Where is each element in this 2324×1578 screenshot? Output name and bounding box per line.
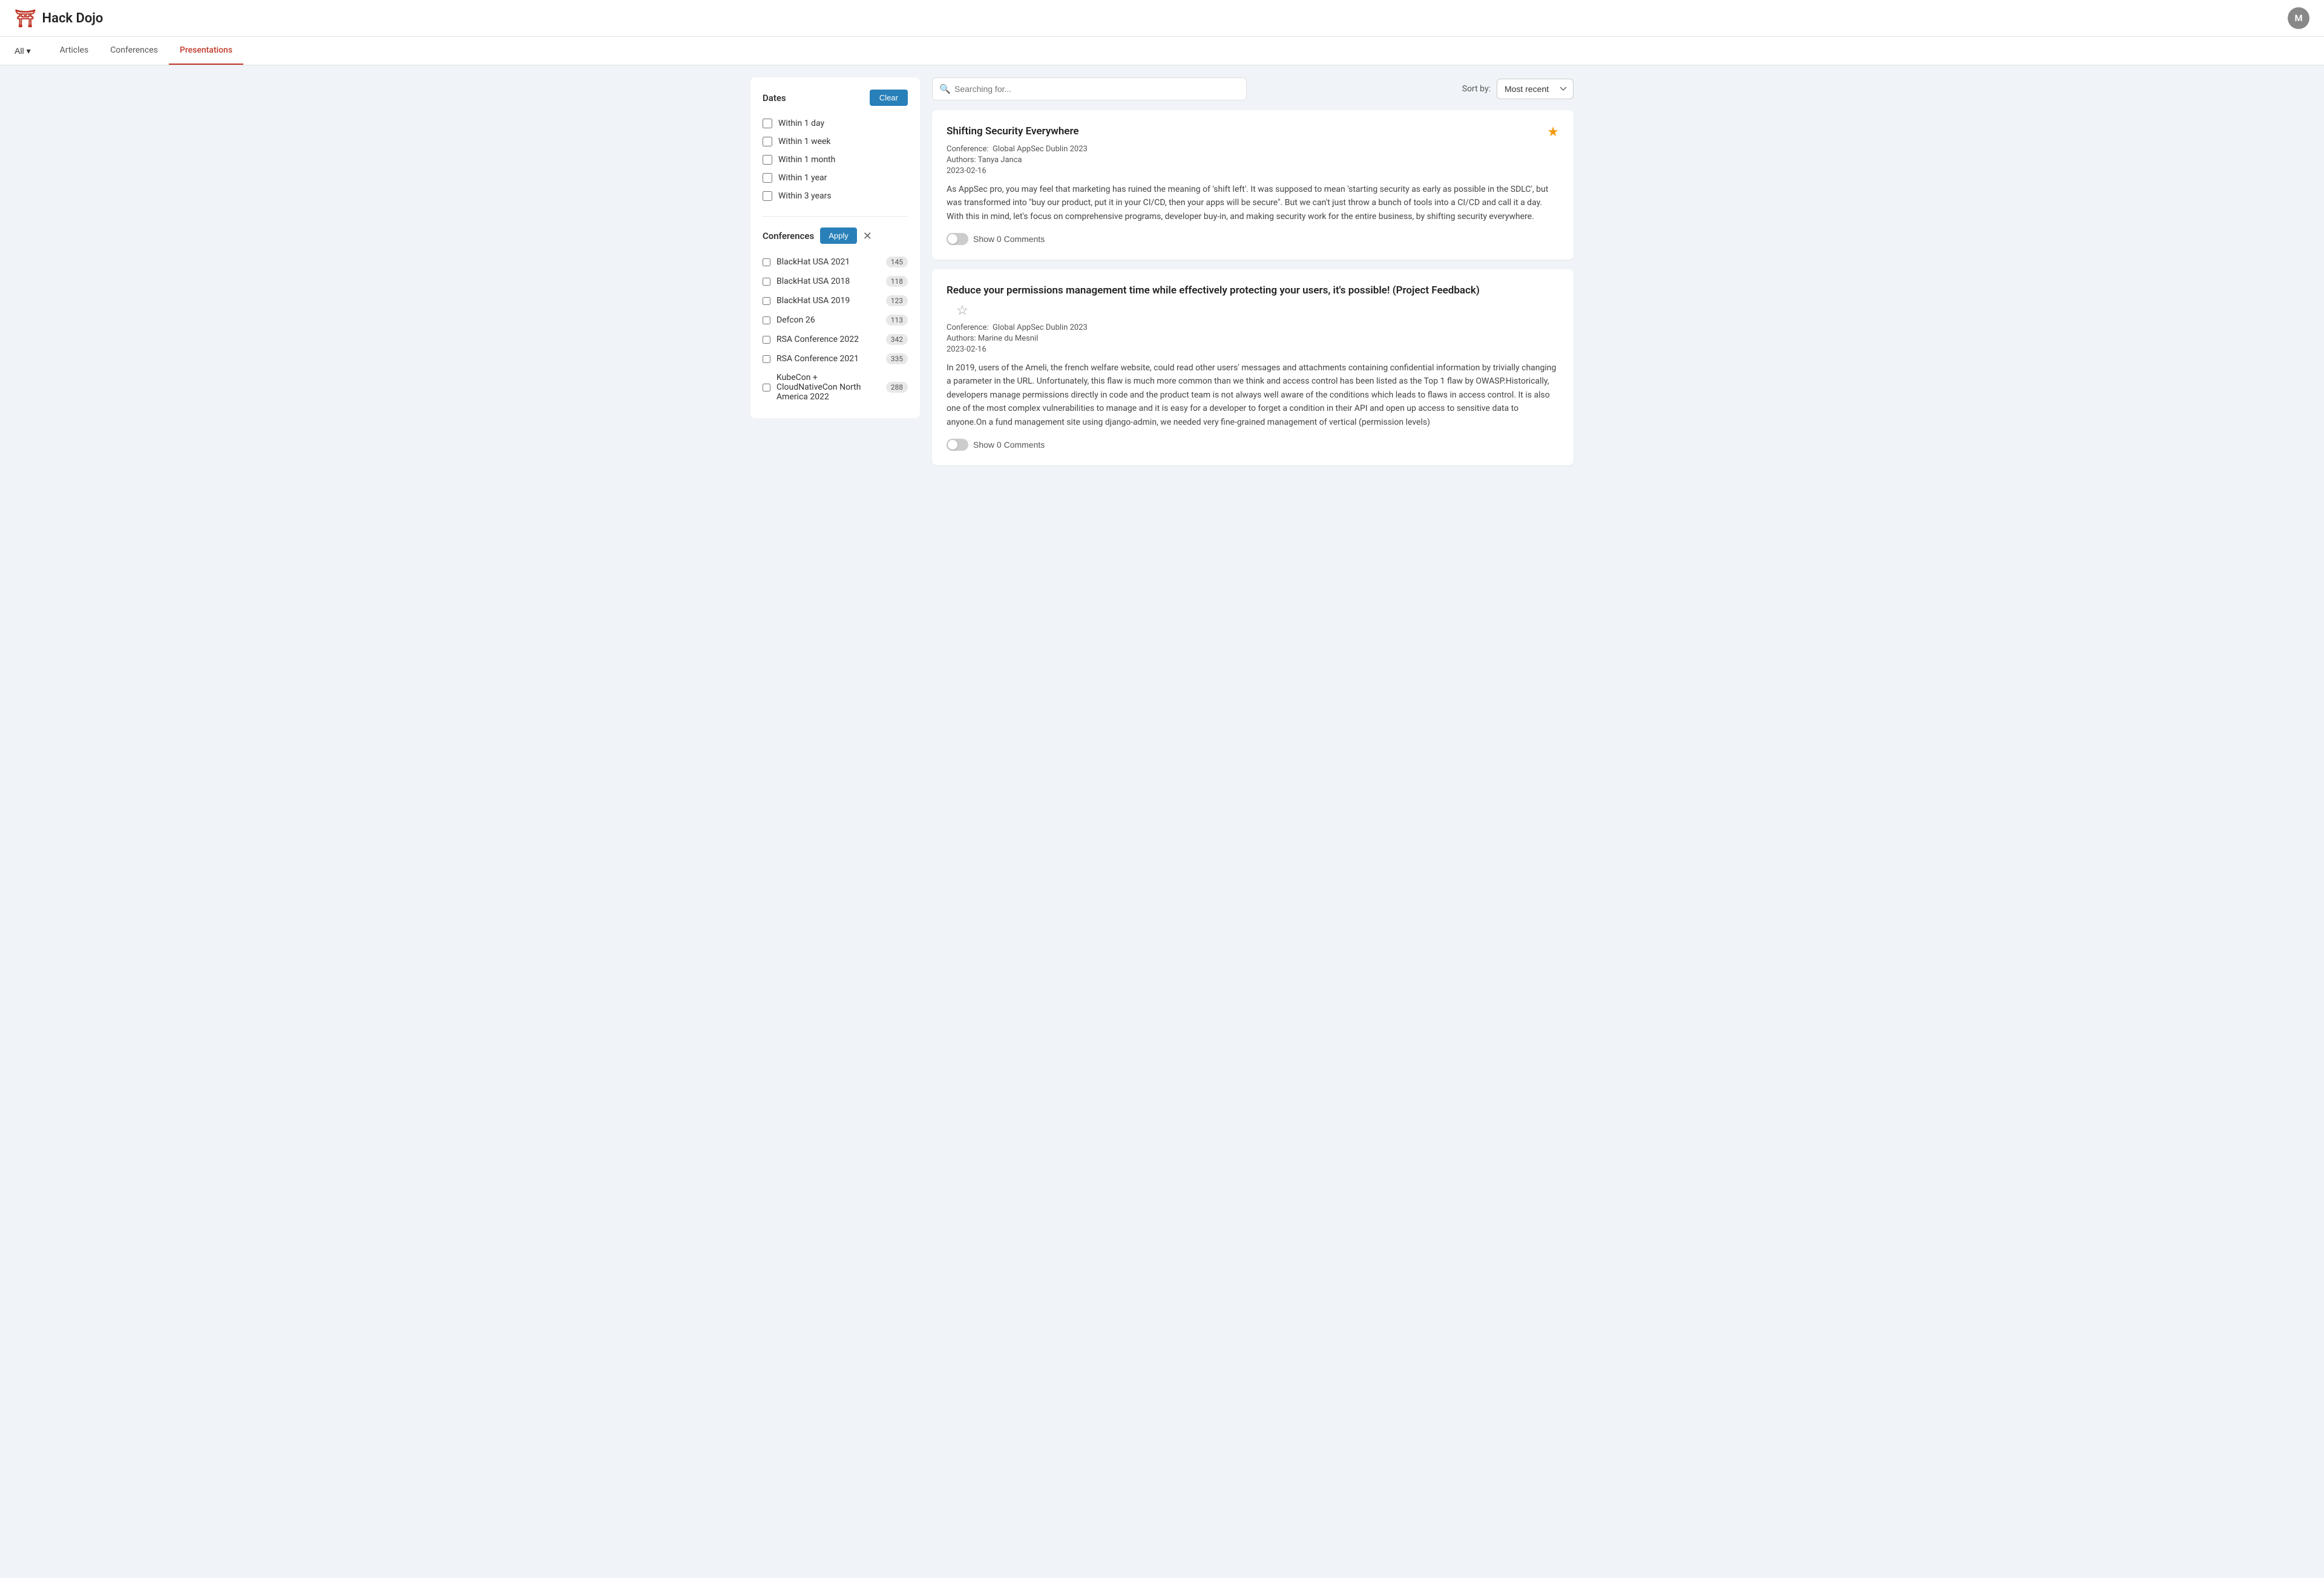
all-label: All bbox=[15, 46, 24, 56]
sidebar: Dates Clear Within 1 day Within 1 week W… bbox=[750, 77, 920, 418]
card-2-conference: Conference: Global AppSec Dublin 2023 bbox=[947, 323, 1559, 332]
conference-kubecon-2022-checkbox[interactable] bbox=[763, 384, 770, 391]
header-left: ⛩ Hack Dojo bbox=[15, 8, 103, 28]
sort-label: Sort by: bbox=[1462, 84, 1491, 94]
filter-within-day[interactable]: Within 1 day bbox=[763, 114, 908, 133]
card-1-title: Shifting Security Everywhere bbox=[947, 125, 1537, 139]
dates-section-header: Dates Clear bbox=[763, 90, 908, 106]
all-dropdown[interactable]: All ▾ bbox=[15, 38, 39, 65]
tab-articles[interactable]: Articles bbox=[49, 37, 100, 65]
filter-within-year[interactable]: Within 1 year bbox=[763, 169, 908, 187]
card-1-header: Shifting Security Everywhere ★ bbox=[947, 125, 1559, 140]
tab-presentations[interactable]: Presentations bbox=[169, 37, 243, 65]
apply-button[interactable]: Apply bbox=[820, 228, 857, 244]
filter-within-week-checkbox[interactable] bbox=[763, 137, 772, 146]
avatar[interactable]: M bbox=[2288, 7, 2309, 29]
tab-conferences[interactable]: Conferences bbox=[99, 37, 169, 65]
logo: ⛩ Hack Dojo bbox=[15, 8, 103, 28]
conference-kubecon-2022[interactable]: KubeCon + CloudNativeCon North America 2… bbox=[763, 368, 908, 406]
filter-within-week-label: Within 1 week bbox=[778, 137, 831, 146]
conference-defcon-26-name: Defcon 26 bbox=[776, 315, 880, 325]
search-icon: 🔍 bbox=[939, 83, 951, 94]
conference-blackhat-2019-name: BlackHat USA 2019 bbox=[776, 296, 880, 306]
conference-blackhat-2019-count: 123 bbox=[886, 295, 908, 306]
toggle-track bbox=[947, 233, 968, 245]
clear-button[interactable]: Clear bbox=[870, 90, 908, 106]
conference-blackhat-2021-count: 145 bbox=[886, 257, 908, 267]
conference-defcon-26-count: 113 bbox=[886, 315, 908, 326]
conference-blackhat-2019[interactable]: BlackHat USA 2019 123 bbox=[763, 291, 908, 310]
card-2-star[interactable]: ☆ bbox=[956, 303, 968, 318]
card-2-comments-toggle[interactable]: Show 0 Comments bbox=[947, 439, 1045, 451]
conferences-close-button[interactable]: ✕ bbox=[863, 231, 872, 241]
sort-area: Sort by: Most recent Most popular Oldest bbox=[1462, 79, 1574, 99]
filter-within-year-label: Within 1 year bbox=[778, 173, 827, 183]
search-sort-bar: 🔍 Sort by: Most recent Most popular Olde… bbox=[932, 77, 1574, 100]
conferences-title: Conferences bbox=[763, 231, 814, 241]
conference-blackhat-2021-name: BlackHat USA 2021 bbox=[776, 257, 880, 267]
dates-title: Dates bbox=[763, 93, 786, 103]
card-1-comments-label: Show 0 Comments bbox=[973, 234, 1045, 244]
filter-within-3years[interactable]: Within 3 years bbox=[763, 187, 908, 205]
conference-rsa-2021-name: RSA Conference 2021 bbox=[776, 354, 880, 364]
card-1-body: As AppSec pro, you may feel that marketi… bbox=[947, 183, 1559, 223]
card-2-comments-label: Show 0 Comments bbox=[973, 440, 1045, 450]
filter-within-3years-label: Within 3 years bbox=[778, 191, 832, 201]
filter-within-year-checkbox[interactable] bbox=[763, 173, 772, 183]
nav-bar: All ▾ Articles Conferences Presentations bbox=[0, 37, 2324, 65]
filter-within-month[interactable]: Within 1 month bbox=[763, 151, 908, 169]
card-2-date: 2023-02-16 bbox=[947, 345, 1559, 354]
conferences-header: Conferences Apply ✕ bbox=[763, 228, 908, 244]
sidebar-divider bbox=[763, 216, 908, 217]
dropdown-chevron: ▾ bbox=[27, 46, 31, 56]
conference-blackhat-2018[interactable]: BlackHat USA 2018 118 bbox=[763, 272, 908, 291]
conference-kubecon-2022-count: 288 bbox=[886, 382, 908, 393]
logo-text: Hack Dojo bbox=[42, 11, 103, 26]
conference-rsa-2021-count: 335 bbox=[886, 353, 908, 364]
card-1-authors: Authors: Tanya Janca bbox=[947, 156, 1559, 165]
conference-blackhat-2018-name: BlackHat USA 2018 bbox=[776, 277, 880, 286]
conference-rsa-2022-name: RSA Conference 2022 bbox=[776, 335, 880, 344]
filter-within-day-label: Within 1 day bbox=[778, 119, 824, 128]
sort-select[interactable]: Most recent Most popular Oldest bbox=[1497, 79, 1574, 99]
filter-within-day-checkbox[interactable] bbox=[763, 119, 772, 128]
header: ⛩ Hack Dojo M bbox=[0, 0, 2324, 37]
conference-rsa-2022-count: 342 bbox=[886, 334, 908, 345]
card-2-title: Reduce your permissions management time … bbox=[947, 284, 1559, 298]
card-1-date: 2023-02-16 bbox=[947, 166, 1559, 175]
conference-rsa-2022[interactable]: RSA Conference 2022 342 bbox=[763, 330, 908, 349]
filter-within-week[interactable]: Within 1 week bbox=[763, 133, 908, 151]
card-2-body: In 2019, users of the Ameli, the french … bbox=[947, 361, 1559, 429]
filter-within-3years-checkbox[interactable] bbox=[763, 191, 772, 201]
conference-rsa-2022-checkbox[interactable] bbox=[763, 336, 770, 344]
card-1-star[interactable]: ★ bbox=[1547, 125, 1559, 140]
toggle-knob-2 bbox=[948, 440, 957, 450]
filter-within-month-label: Within 1 month bbox=[778, 155, 835, 165]
card-2-header: Reduce your permissions management time … bbox=[947, 284, 1559, 298]
card-1: Shifting Security Everywhere ★ Conferenc… bbox=[932, 110, 1574, 260]
conference-rsa-2021[interactable]: RSA Conference 2021 335 bbox=[763, 349, 908, 368]
conference-blackhat-2021-checkbox[interactable] bbox=[763, 258, 770, 266]
card-1-comments-toggle[interactable]: Show 0 Comments bbox=[947, 233, 1045, 245]
search-input[interactable] bbox=[932, 77, 1247, 100]
search-wrapper: 🔍 bbox=[932, 77, 1247, 100]
conference-blackhat-2019-checkbox[interactable] bbox=[763, 297, 770, 305]
conference-blackhat-2018-checkbox[interactable] bbox=[763, 278, 770, 286]
card-2-authors: Authors: Marine du Mesnil bbox=[947, 334, 1559, 343]
filter-within-month-checkbox[interactable] bbox=[763, 155, 772, 165]
card-1-conference: Conference: Global AppSec Dublin 2023 bbox=[947, 145, 1559, 154]
main-layout: Dates Clear Within 1 day Within 1 week W… bbox=[738, 65, 1586, 487]
logo-icon: ⛩ bbox=[15, 8, 36, 28]
content-area: 🔍 Sort by: Most recent Most popular Olde… bbox=[932, 77, 1574, 475]
conference-defcon-26-checkbox[interactable] bbox=[763, 316, 770, 324]
toggle-track-2 bbox=[947, 439, 968, 451]
conference-rsa-2021-checkbox[interactable] bbox=[763, 355, 770, 363]
conference-kubecon-2022-name: KubeCon + CloudNativeCon North America 2… bbox=[776, 373, 880, 402]
conference-blackhat-2021[interactable]: BlackHat USA 2021 145 bbox=[763, 252, 908, 272]
conference-blackhat-2018-count: 118 bbox=[886, 276, 908, 287]
conference-defcon-26[interactable]: Defcon 26 113 bbox=[763, 310, 908, 330]
toggle-knob bbox=[948, 234, 957, 244]
card-2: Reduce your permissions management time … bbox=[932, 269, 1574, 465]
